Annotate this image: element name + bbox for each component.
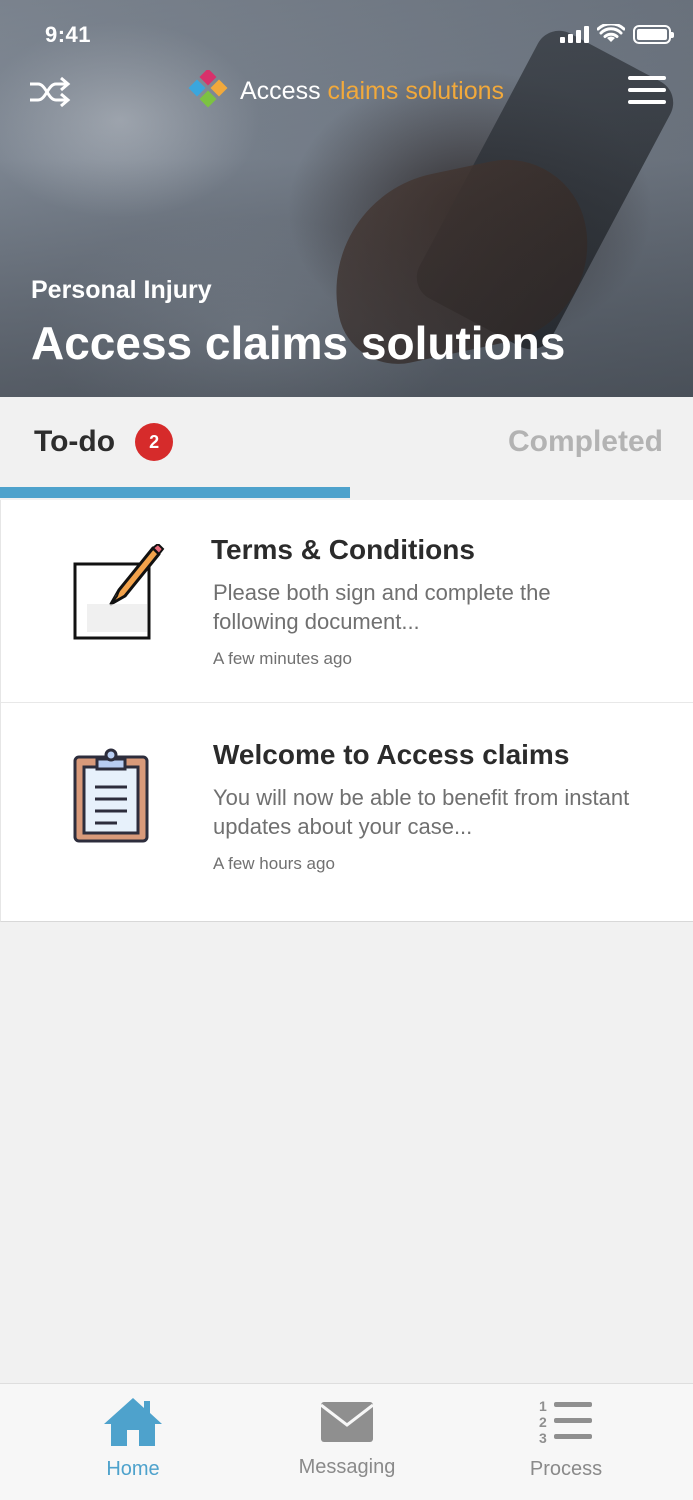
svg-text:1: 1 [539, 1398, 547, 1414]
nav-process[interactable]: 1 2 3 Process [466, 1384, 666, 1500]
svg-text:3: 3 [539, 1430, 547, 1446]
hamburger-menu-icon[interactable] [628, 76, 666, 108]
tab-bar: To-do 2 Completed [0, 397, 693, 500]
status-time: 9:41 [45, 22, 92, 47]
item-title: Welcome to Access claims [213, 739, 570, 770]
item-body: Please both sign and complete the follow… [213, 580, 551, 634]
tab-todo[interactable]: To-do 2 [34, 397, 174, 487]
tab-completed-label: Completed [507, 425, 663, 458]
case-type-label: Personal Injury [31, 276, 212, 304]
nav-messaging[interactable]: Messaging [247, 1384, 447, 1500]
todo-list: Terms & Conditions Please both sign and … [0, 500, 693, 922]
item-timestamp: A few minutes ago [213, 649, 352, 668]
envelope-icon [320, 1402, 374, 1442]
bottom-nav-bar: Home Messaging 1 2 3 Process [0, 1383, 693, 1500]
clipboard-icon [67, 747, 167, 847]
brand-logo: Access claims solutions [188, 70, 504, 112]
edit-document-icon [67, 542, 167, 644]
list-item[interactable]: Welcome to Access claims You will now be… [1, 703, 693, 921]
numbered-list-icon: 1 2 3 [539, 1398, 592, 1446]
top-nav-bar: Access claims solutions [0, 62, 693, 122]
todo-count-badge: 2 [135, 423, 174, 461]
nav-home-label: Home [106, 1458, 160, 1480]
cellular-signal-icon [560, 25, 589, 43]
svg-text:2: 2 [539, 1414, 547, 1430]
wifi-icon [597, 24, 625, 42]
brand-diamond-icon [188, 70, 228, 108]
tab-completed[interactable]: Completed [508, 397, 663, 487]
tab-todo-label: To-do [34, 425, 116, 458]
item-title: Terms & Conditions [211, 534, 475, 565]
battery-icon [633, 24, 674, 44]
home-icon [104, 1398, 162, 1446]
list-item[interactable]: Terms & Conditions Please both sign and … [1, 500, 693, 703]
item-timestamp: A few hours ago [213, 854, 335, 873]
active-tab-indicator [0, 487, 350, 498]
brand-name-accent: claims solutions [327, 76, 504, 105]
nav-messaging-label: Messaging [298, 1456, 396, 1478]
nav-process-label: Process [529, 1458, 603, 1480]
brand-name: Access [240, 76, 321, 105]
status-bar: 9:41 [0, 0, 693, 70]
page-title: Access claims solutions [31, 317, 566, 369]
shuffle-icon[interactable] [28, 76, 72, 108]
hero-banner: 9:41 Access claims solutions Personal In… [0, 0, 693, 397]
item-body: You will now be able to benefit from ins… [213, 785, 630, 839]
nav-home[interactable]: Home [33, 1384, 233, 1500]
